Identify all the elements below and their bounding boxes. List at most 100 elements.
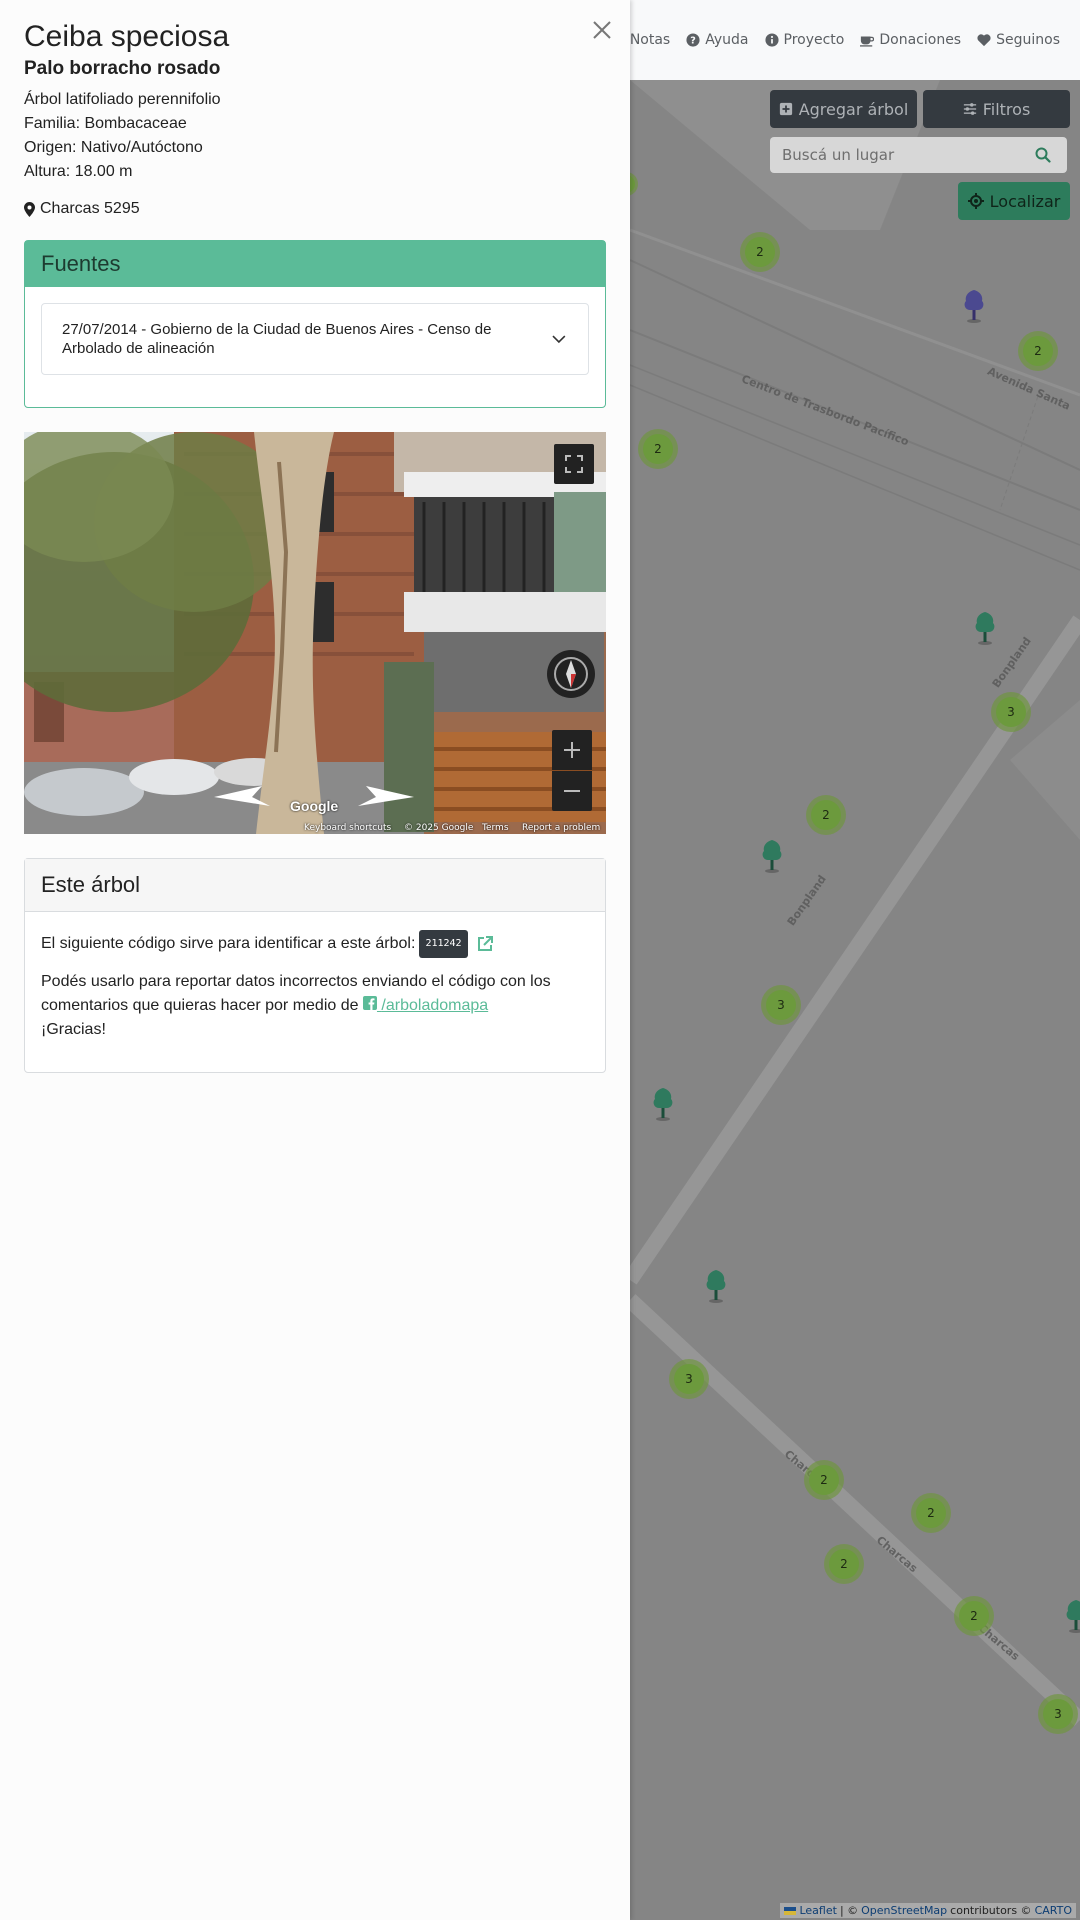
nav-label: Donaciones: [879, 32, 962, 48]
nav-label: Ayuda: [705, 32, 749, 48]
species-name: Ceiba speciosa: [24, 20, 230, 53]
locate-label: Localizar: [989, 191, 1061, 211]
compass-button[interactable]: [547, 650, 595, 698]
map-pin-icon: [24, 201, 35, 217]
tree-cluster[interactable]: 2: [824, 1544, 864, 1584]
cluster-count: 2: [811, 800, 841, 830]
carto-link[interactable]: CARTO: [1035, 1904, 1072, 1917]
info-circle-icon: [764, 33, 779, 47]
tree-marker-icon[interactable]: [758, 838, 786, 874]
code-line: El siguiente código sirve para identific…: [41, 930, 589, 958]
cluster-count: 2: [1023, 336, 1053, 366]
tree-cluster[interactable]: 2: [638, 429, 678, 469]
map-attribution: Leaflet | © OpenStreetMap contributors ©…: [780, 1903, 1076, 1918]
keyboard-shortcuts-link[interactable]: Keyboard shortcuts: [304, 823, 391, 833]
cluster-count: 3: [996, 697, 1026, 727]
chevron-down-icon: [552, 335, 566, 344]
code-description: El siguiente código sirve para identific…: [41, 935, 416, 952]
compass-icon: [554, 657, 588, 691]
add-tree-button[interactable]: Agregar árbol: [770, 90, 917, 128]
cluster-count: 2: [829, 1549, 859, 1579]
plus-square-icon: [779, 102, 792, 116]
fullscreen-button[interactable]: [554, 444, 594, 484]
svg-text:?: ?: [690, 36, 696, 47]
leaflet-link[interactable]: Leaflet: [799, 1904, 836, 1917]
nav-donaciones[interactable]: Donaciones: [860, 32, 961, 48]
cluster-count: 3: [1043, 1699, 1073, 1729]
facebook-link[interactable]: /arboladomapa: [362, 996, 489, 1014]
facebook-link-text: /arboladomapa: [381, 997, 489, 1014]
arrow-left-icon[interactable]: [214, 784, 270, 810]
osm-link[interactable]: OpenStreetMap: [861, 1904, 947, 1917]
sliders-icon: [963, 103, 976, 115]
this-tree-card: Este árbol El siguiente código sirve par…: [24, 858, 606, 1073]
address-text: Charcas 5295: [40, 200, 140, 217]
search-input[interactable]: [770, 138, 1025, 172]
zoom-out-button[interactable]: [552, 771, 592, 811]
tree-detail-panel: Ceiba speciosa Palo borracho rosado Árbo…: [0, 0, 630, 1920]
tree-cluster[interactable]: 3: [761, 985, 801, 1025]
this-tree-body: El siguiente código sirve para identific…: [25, 912, 605, 1042]
cluster-count: 2: [959, 1601, 989, 1631]
tree-marker-icon[interactable]: [1062, 1598, 1080, 1634]
sources-header: Fuentes: [25, 241, 605, 287]
facebook-icon: [362, 996, 377, 1010]
fullscreen-icon: [565, 455, 583, 473]
info-line-type: Árbol latifoliado perennifolio: [24, 91, 221, 108]
arrow-right-icon[interactable]: [358, 784, 414, 810]
zoom-in-button[interactable]: [552, 730, 592, 770]
nav-label: Proyecto: [783, 32, 845, 48]
nav-label: Notas: [629, 32, 671, 48]
tree-code-badge: 211242: [419, 930, 468, 958]
cluster-count: 2: [745, 237, 775, 267]
filters-button[interactable]: Filtros: [923, 90, 1070, 128]
street-view[interactable]: Google Keyboard shortcuts © 2025 Google …: [24, 432, 606, 834]
source-accordion-item[interactable]: 27/07/2014 - Gobierno de la Ciudad de Bu…: [41, 303, 589, 375]
copyright-text: © 2025 Google: [404, 823, 474, 833]
search-icon: [1035, 147, 1051, 163]
search-box: [770, 137, 1067, 173]
tree-cluster[interactable]: 3: [1038, 1694, 1078, 1734]
tree-cluster[interactable]: 3: [669, 1359, 709, 1399]
report-problem-link[interactable]: Report a problem: [522, 823, 600, 833]
street-view-image: [24, 432, 606, 834]
nav-proyecto[interactable]: Proyecto: [764, 32, 845, 48]
tree-marker-icon[interactable]: [971, 610, 999, 646]
tree-cluster[interactable]: 2: [740, 232, 780, 272]
tree-marker-icon[interactable]: [702, 1268, 730, 1304]
filters-label: Filtros: [982, 99, 1031, 119]
tree-cluster[interactable]: 2: [911, 1493, 951, 1533]
question-circle-icon: ?: [686, 33, 700, 47]
info-line-origin: Origen: Nativo/Autóctono: [24, 139, 203, 156]
attribution-separator: | ©: [839, 1904, 859, 1917]
search-button[interactable]: [1025, 138, 1061, 172]
minus-icon: [564, 790, 580, 792]
tree-cluster[interactable]: 2: [1018, 331, 1058, 371]
close-icon[interactable]: [588, 16, 616, 44]
google-logo: Google: [290, 798, 339, 814]
external-link-icon[interactable]: [476, 935, 494, 953]
nav-ayuda[interactable]: ? Ayuda: [686, 32, 749, 48]
cluster-count: 2: [643, 434, 673, 464]
tree-cluster[interactable]: 2: [954, 1596, 994, 1636]
nav-label: Seguinos: [996, 32, 1060, 48]
tree-marker-icon[interactable]: [649, 1086, 677, 1122]
sources-card: Fuentes 27/07/2014 - Gobierno de la Ciud…: [24, 240, 606, 408]
nav-seguinos[interactable]: Seguinos: [977, 32, 1060, 48]
terms-link[interactable]: Terms: [482, 823, 509, 833]
info-line-height: Altura: 18.00 m: [24, 163, 133, 180]
heart-icon: [977, 34, 991, 47]
source-text: 27/07/2014 - Gobierno de la Ciudad de Bu…: [62, 321, 492, 357]
tree-marker-icon[interactable]: [960, 288, 988, 324]
tree-cluster[interactable]: 2: [804, 1460, 844, 1500]
tree-cluster[interactable]: 2: [806, 795, 846, 835]
common-name: Palo borracho rosado: [24, 58, 221, 79]
coffee-cup-icon: [860, 36, 875, 47]
cluster-count: 3: [674, 1364, 704, 1394]
info-line-family: Familia: Bombacaceae: [24, 115, 187, 132]
locate-button[interactable]: Localizar: [958, 182, 1070, 220]
ukraine-flag-icon: [784, 1906, 797, 1915]
thanks-text: ¡Gracias!: [41, 1021, 106, 1038]
add-tree-label: Agregar árbol: [798, 99, 909, 119]
tree-cluster[interactable]: 3: [991, 692, 1031, 732]
